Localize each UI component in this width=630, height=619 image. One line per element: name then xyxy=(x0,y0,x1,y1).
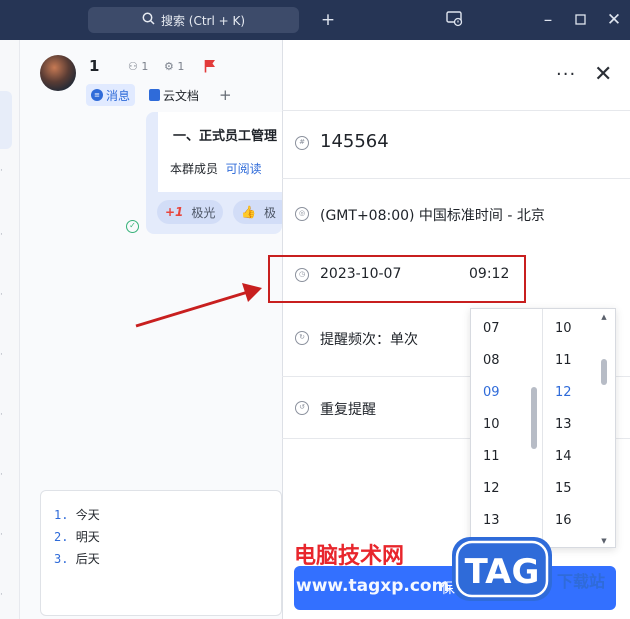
hour-option[interactable]: 11 xyxy=(483,449,500,464)
id-value: 145564 xyxy=(320,131,389,152)
annotation-highlight-box xyxy=(268,255,526,303)
annotation-arrow xyxy=(135,283,262,328)
minute-option-selected[interactable]: 12 xyxy=(555,385,572,400)
list-item: 1. 今天 xyxy=(54,508,100,522)
member-count[interactable]: ⚇ 1 xyxy=(128,60,148,73)
chat-title: 1 xyxy=(89,57,100,75)
sidebar-marker: · xyxy=(0,230,3,240)
members-icon: ⚇ xyxy=(128,60,138,73)
svg-text:TAG: TAG xyxy=(465,552,540,592)
title-bar: 搜索 (Ctrl + K) + – ✕ xyxy=(0,0,630,40)
doc-card-title: 一、正式员工管理 xyxy=(173,129,278,144)
sidebar-marker: · xyxy=(0,410,3,420)
minute-option[interactable]: 16 xyxy=(555,513,572,528)
minute-scroll-thumb[interactable] xyxy=(601,359,607,385)
sidebar-marker: · xyxy=(0,350,3,360)
tag-watermark-logo: TAG xyxy=(452,537,552,601)
window-close-icon[interactable]: ✕ xyxy=(604,11,624,29)
message-icon: ≡ xyxy=(91,89,103,101)
hour-column[interactable]: 07 08 09 10 11 12 13 ▼ xyxy=(471,309,543,549)
tab-cloud-docs[interactable]: 云文档 xyxy=(144,84,204,106)
divider xyxy=(282,110,630,111)
search-icon xyxy=(142,12,155,28)
minute-option[interactable]: 15 xyxy=(555,481,572,496)
hour-option[interactable]: 12 xyxy=(483,481,500,496)
sidebar-marker: · xyxy=(0,290,3,300)
doc-card-permission: 本群成员 可阅读 xyxy=(170,162,262,176)
tab-messages[interactable]: ≡ 消息 xyxy=(86,84,136,106)
sidebar-marker: · xyxy=(0,166,3,176)
search-label: 搜索 (Ctrl + K) xyxy=(160,13,246,28)
frequency-field[interactable]: 提醒频次：单次 xyxy=(320,329,418,349)
list-item: 3. 后天 xyxy=(54,552,100,566)
time-picker[interactable]: 07 08 09 10 11 12 13 ▼ 10 11 12 13 14 15… xyxy=(470,308,616,549)
hour-option-selected[interactable]: 09 xyxy=(483,385,500,400)
timezone-select[interactable]: (GMT+08:00) 中国标准时间 - 北京 xyxy=(320,205,545,225)
flag-icon[interactable] xyxy=(204,58,216,73)
hour-option[interactable]: 07 xyxy=(483,321,500,336)
repeat-reminder-field[interactable]: 重复提醒 xyxy=(320,399,376,419)
doc-icon xyxy=(149,89,160,101)
watermark-url: www.tagxp.com xyxy=(296,576,450,596)
minute-option[interactable]: 11 xyxy=(555,353,572,368)
watermark-side-text: 下载站 xyxy=(557,572,606,591)
repeat-frequency-icon: ↻ xyxy=(295,331,309,345)
sidebar-active-item[interactable] xyxy=(0,91,12,149)
minimize-icon[interactable]: – xyxy=(538,11,558,29)
add-icon[interactable]: + xyxy=(318,11,338,29)
more-icon[interactable]: ··· xyxy=(556,64,576,85)
minute-option[interactable]: 10 xyxy=(555,321,572,336)
sidebar-marker: · xyxy=(0,470,3,480)
globe-icon: ◎ xyxy=(295,207,309,221)
maximize-icon[interactable] xyxy=(570,11,590,29)
hour-option[interactable]: 08 xyxy=(483,353,500,368)
watermark-title: 电脑技术网 xyxy=(294,544,405,569)
thumbs-up-icon: 👍 xyxy=(241,205,256,219)
sidebar-marker: · xyxy=(0,590,3,600)
read-check-icon: ✓ xyxy=(126,220,139,233)
id-icon: # xyxy=(295,136,309,150)
minute-column[interactable]: 10 11 12 13 14 15 16 ▲ ▼ xyxy=(543,309,615,549)
repeat-reminder-icon: ↺ xyxy=(295,401,309,415)
minute-option[interactable]: 14 xyxy=(555,449,572,464)
close-icon[interactable]: ✕ xyxy=(594,62,612,87)
minute-scrollbar[interactable]: ▲ ▼ xyxy=(599,309,609,549)
search-box[interactable]: 搜索 (Ctrl + K) xyxy=(88,7,299,33)
hour-scroll-thumb[interactable] xyxy=(531,387,537,449)
hour-option[interactable]: 10 xyxy=(483,417,500,432)
avatar[interactable] xyxy=(40,55,76,91)
doc-card-body[interactable] xyxy=(158,112,282,192)
bot-icon: ⚙ xyxy=(164,60,174,73)
hour-scrollbar[interactable]: ▼ xyxy=(529,309,539,549)
scroll-up-arrow-icon[interactable]: ▲ xyxy=(599,313,609,321)
scroll-down-arrow-icon[interactable]: ▼ xyxy=(599,537,609,545)
reaction-chip[interactable]: +1 极光 xyxy=(157,200,224,224)
divider xyxy=(282,178,630,179)
reaction-emoji: +1 xyxy=(165,205,184,219)
hour-option[interactable]: 13 xyxy=(483,513,500,528)
list-item: 2. 明天 xyxy=(54,530,100,544)
add-tab-icon[interactable]: + xyxy=(214,84,237,106)
bot-count[interactable]: ⚙ 1 xyxy=(164,60,184,73)
permission-link[interactable]: 可阅读 xyxy=(226,162,262,176)
meeting-icon[interactable] xyxy=(445,11,465,31)
minute-option[interactable]: 13 xyxy=(555,417,572,432)
sidebar-marker: · xyxy=(0,530,3,540)
